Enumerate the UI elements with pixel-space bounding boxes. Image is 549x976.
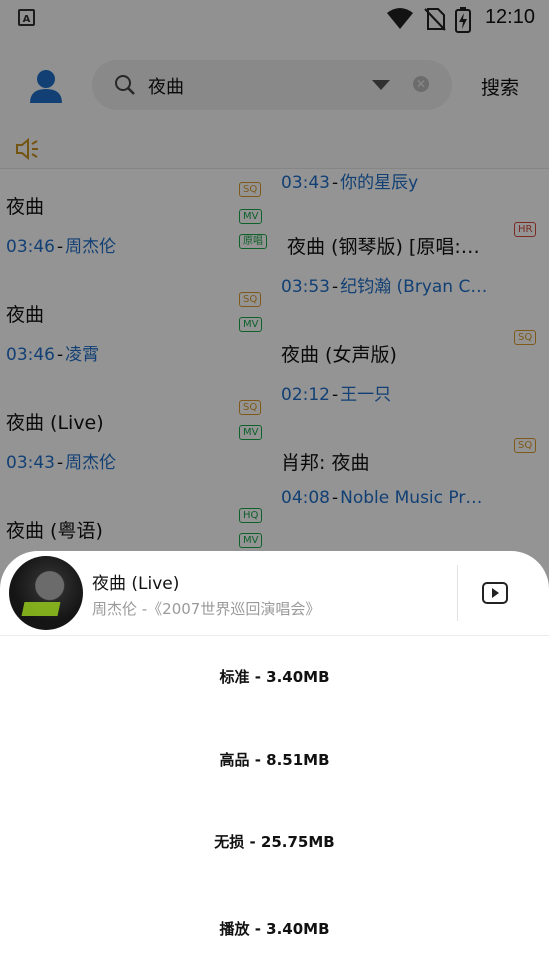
divider — [457, 565, 458, 621]
option-high-quality[interactable]: 高品 - 8.51MB — [0, 735, 549, 785]
sheet-song-title: 夜曲 (Live) — [92, 574, 180, 594]
option-standard[interactable]: 标准 - 3.40MB — [0, 652, 549, 702]
option-play[interactable]: 播放 - 3.40MB — [0, 904, 549, 954]
play-mv-icon[interactable] — [482, 582, 508, 604]
sheet-song-subtitle: 周杰伦 -《2007世界巡回演唱会》 — [92, 600, 321, 618]
option-lossless[interactable]: 无损 - 25.75MB — [0, 817, 549, 867]
download-options-sheet: 夜曲 (Live) 周杰伦 -《2007世界巡回演唱会》 标准 - 3.40MB… — [0, 551, 549, 976]
divider — [0, 635, 549, 636]
album-cover — [9, 556, 83, 630]
